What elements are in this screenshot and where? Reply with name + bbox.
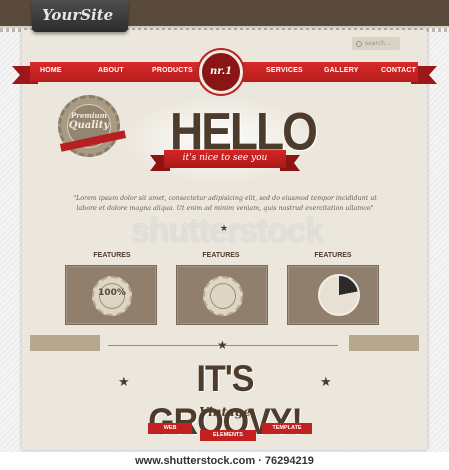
nav-services[interactable]: SERVICES bbox=[266, 67, 303, 74]
search-box[interactable]: search... bbox=[352, 37, 400, 50]
seal-line-1: Premium bbox=[71, 111, 107, 120]
ribbon-elements[interactable]: ELEMENTS bbox=[200, 430, 256, 441]
side-tab-left bbox=[30, 335, 100, 351]
search-icon bbox=[356, 40, 362, 47]
star-icon: ★ bbox=[217, 338, 228, 352]
hero-ribbon: it's nice to see you bbox=[150, 150, 300, 172]
star-icon: ★ bbox=[220, 224, 229, 234]
site-logo[interactable]: YourSite bbox=[32, 0, 128, 32]
vintage-subtitle: Vintage bbox=[199, 405, 251, 419]
nav-about[interactable]: ABOUT bbox=[98, 67, 124, 74]
feature-seal-empty bbox=[203, 276, 243, 316]
nav-contact[interactable]: CONTACT bbox=[381, 67, 416, 74]
seal-line-2: Quality bbox=[68, 120, 110, 131]
pie-chart-icon bbox=[318, 274, 360, 316]
ribbon-web[interactable]: WEB bbox=[148, 423, 192, 434]
seal-ring bbox=[210, 283, 236, 309]
footer-url: www.shutterstock.com · 76294219 bbox=[0, 452, 449, 470]
feature-label-3: FEATURES bbox=[314, 252, 352, 259]
star-icon: ★ bbox=[320, 375, 332, 390]
feature-label-2: FEATURES bbox=[202, 252, 240, 259]
side-tab-right bbox=[349, 335, 419, 351]
nav-gallery[interactable]: GALLERY bbox=[324, 67, 359, 74]
feature-box-3[interactable] bbox=[287, 265, 379, 325]
feature-box-1[interactable]: 100% bbox=[65, 265, 157, 325]
feature-badge-value: 100% bbox=[98, 288, 126, 298]
nr1-badge: nr.1 bbox=[199, 50, 243, 94]
search-placeholder: search... bbox=[365, 40, 391, 47]
badge-text: nr.1 bbox=[209, 66, 233, 77]
feature-label-1: FEATURES bbox=[93, 252, 131, 259]
ribbon-template[interactable]: TEMPLATE bbox=[262, 423, 312, 434]
intro-text: "Lorem ipsum dolor sit amet, consectetur… bbox=[73, 195, 377, 212]
hero-ribbon-text: it's nice to see you bbox=[182, 153, 268, 163]
nav-products[interactable]: PRODUCTS bbox=[152, 67, 193, 74]
site-name: YourSite bbox=[42, 6, 114, 24]
feature-seal: 100% bbox=[92, 276, 132, 316]
feature-box-2[interactable] bbox=[176, 265, 268, 325]
nav-home[interactable]: HOME bbox=[40, 67, 62, 74]
